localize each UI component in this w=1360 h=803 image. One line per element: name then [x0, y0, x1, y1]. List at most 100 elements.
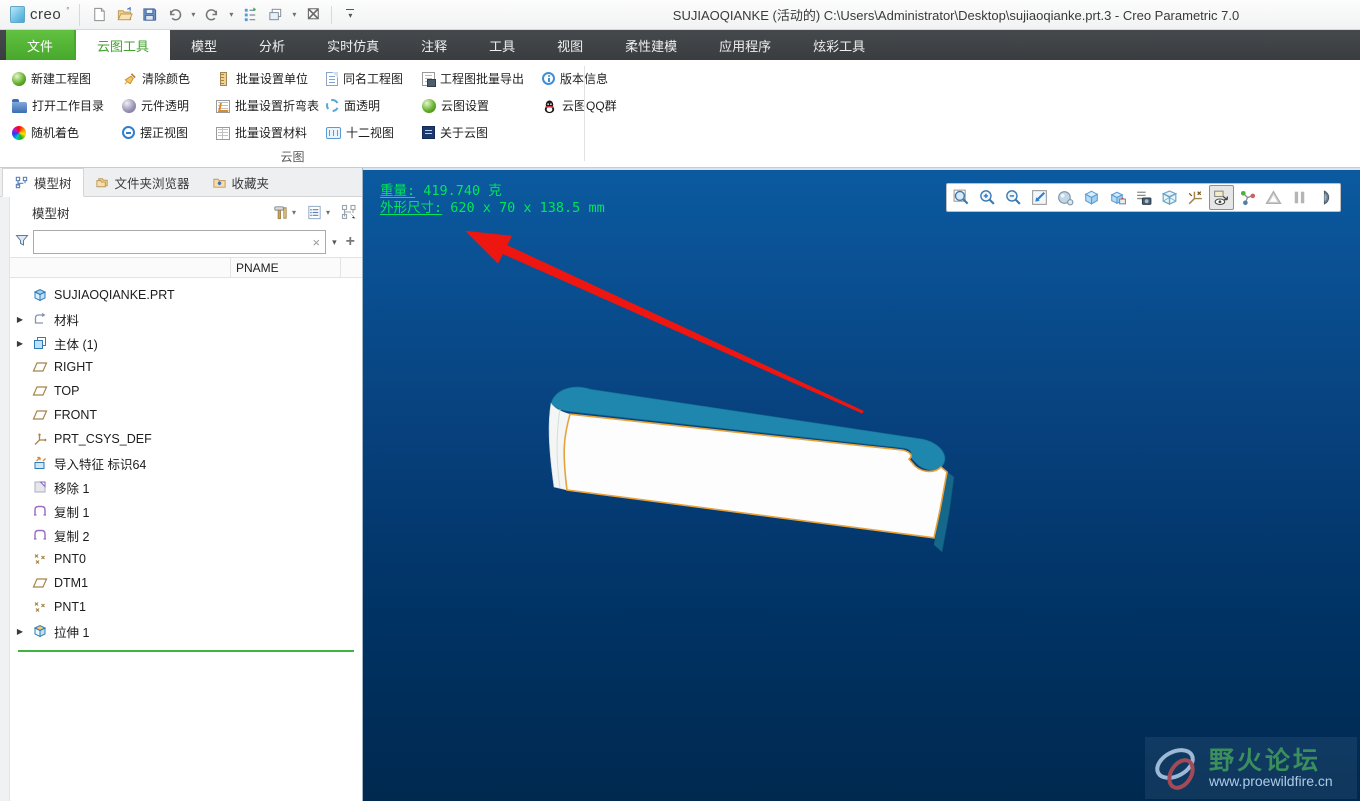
face-transparency-button[interactable]: 面透明 [322, 92, 410, 119]
filter-clear-icon[interactable]: × [311, 235, 323, 250]
regenerate-icon[interactable] [239, 4, 261, 26]
tree-tools-icon[interactable] [272, 204, 289, 221]
tree-item-body[interactable]: ▶ 主体 (1) [14, 331, 362, 355]
windows-dropdown-icon[interactable]: ▾ [289, 10, 299, 19]
batch-set-units-button[interactable]: 批量设置单位 [212, 65, 314, 92]
zoom-out-icon[interactable] [1001, 185, 1026, 210]
tree-item-dtm1[interactable]: DTM1 [14, 571, 362, 595]
zoom-region-icon[interactable] [949, 185, 974, 210]
redo-icon[interactable] [201, 4, 223, 26]
spin-center-icon[interactable] [1235, 185, 1260, 210]
tab-yuntu-tools[interactable]: 云图工具 [74, 30, 171, 60]
datum-display-icon[interactable] [1183, 185, 1208, 210]
open-file-icon[interactable] [113, 4, 135, 26]
tab-tools[interactable]: 工具 [468, 30, 536, 60]
tree-item-copy-1[interactable]: 复制 1 [14, 499, 362, 523]
version-info-button[interactable]: 版本信息 [538, 65, 618, 92]
tab-favorites[interactable]: 收藏夹 [201, 168, 281, 196]
new-drawing-button[interactable]: 新建工程图 [8, 65, 110, 92]
close-window-icon[interactable]: ⛝ [302, 4, 324, 26]
forum-watermark: 野火论坛 www.proewildfire.cn [1145, 737, 1357, 799]
tree-item-right-plane[interactable]: RIGHT [14, 355, 362, 379]
save-icon[interactable] [138, 4, 160, 26]
perspective-icon[interactable] [1157, 185, 1182, 210]
title-bar: creo ° ▾ ▾ ▾ ⛝ ▾ SUJIAOQIANKE (活动的) C:\U… [0, 0, 1360, 30]
yuntu-qq-group-button[interactable]: 云图QQ群 [538, 92, 618, 119]
redo-dropdown-icon[interactable]: ▾ [226, 10, 236, 19]
window-title: SUJIAOQIANKE (活动的) C:\Users\Administrato… [672, 8, 1240, 23]
folder-browser-icon [95, 175, 110, 190]
random-coloring-button[interactable]: 随机着色 [8, 119, 110, 146]
annotation-display-icon[interactable] [1209, 185, 1234, 210]
ribbon-group-divider [584, 66, 585, 161]
expand-arrow[interactable]: ▶ [14, 315, 26, 324]
saved-orientations-icon[interactable] [1105, 185, 1130, 210]
tree-item-extrude-1[interactable]: ▶ 拉伸 1 [14, 619, 362, 643]
model-canvas [465, 230, 955, 553]
tab-live-simulation[interactable]: 实时仿真 [306, 30, 400, 60]
view-manager-icon[interactable] [1131, 185, 1156, 210]
body-icon [32, 335, 48, 351]
tab-flexible-modeling[interactable]: 柔性建模 [604, 30, 698, 60]
tree-item-remove-1[interactable]: 移除 1 [14, 475, 362, 499]
batch-export-drawings-button[interactable]: 工程图批量导出 [418, 65, 530, 92]
tree-item-root[interactable]: SUJIAOQIANKE.PRT [14, 283, 362, 307]
clipping-icon[interactable] [1313, 185, 1338, 210]
filter-add-icon[interactable]: + [343, 233, 358, 251]
tab-applications[interactable]: 应用程序 [698, 30, 792, 60]
clear-colors-button[interactable]: 清除颜色 [118, 65, 204, 92]
part-model [548, 386, 955, 553]
about-yuntu-button[interactable]: 关于云图 [418, 119, 530, 146]
datum-plane-icon [32, 575, 48, 591]
yuntu-settings-button[interactable]: 云图设置 [418, 92, 530, 119]
tree-item-pnt1[interactable]: PNT1 [14, 595, 362, 619]
zoom-in-icon[interactable] [975, 185, 1000, 210]
tab-xuancai-tools[interactable]: 炫彩工具 [792, 30, 886, 60]
tree-tools-dropdown-icon[interactable]: ▾ [289, 208, 299, 217]
batch-set-material-button[interactable]: 批量设置材料 [212, 119, 314, 146]
tree-hide-columns-icon[interactable] [340, 203, 358, 221]
undo-icon[interactable] [163, 4, 185, 26]
tab-view[interactable]: 视图 [536, 30, 604, 60]
tree-filter-input[interactable] [37, 235, 311, 249]
display-style-icon[interactable] [1079, 185, 1104, 210]
undo-dropdown-icon[interactable]: ▾ [188, 10, 198, 19]
windows-icon[interactable] [264, 4, 286, 26]
orient-view-button[interactable]: 摆正视图 [118, 119, 204, 146]
tree-settings-icon[interactable] [306, 204, 323, 221]
tab-annotate[interactable]: 注释 [400, 30, 468, 60]
graphics-viewport[interactable]: 重量: 419.740 克 外形尺寸: 620 x 70 x 138.5 mm [363, 168, 1360, 801]
filter-dropdown-icon[interactable]: ▾ [329, 237, 340, 248]
component-transparency-button[interactable]: 元件透明 [118, 92, 204, 119]
open-working-directory-button[interactable]: 打开工作目录 [8, 92, 110, 119]
tab-model[interactable]: 模型 [170, 30, 238, 60]
tree-item-copy-2[interactable]: 复制 2 [14, 523, 362, 547]
tree-item-material[interactable]: ▶ 材料 [14, 307, 362, 331]
shading-style-icon[interactable] [1053, 185, 1078, 210]
tree-item-pnt0[interactable]: PNT0 [14, 547, 362, 571]
tab-file[interactable]: 文件 [6, 30, 75, 60]
expand-arrow[interactable]: ▶ [14, 627, 26, 636]
insert-here-indicator[interactable] [18, 650, 354, 652]
new-file-icon[interactable] [88, 4, 110, 26]
tree-settings-dropdown-icon[interactable]: ▾ [323, 208, 333, 217]
tree-column-header[interactable]: PNAME [10, 257, 362, 278]
expand-arrow[interactable]: ▶ [14, 339, 26, 348]
tree-item-import-feature[interactable]: 导入特征 标识64 [14, 451, 362, 475]
datum-plane-icon [32, 359, 48, 375]
same-name-drawing-button[interactable]: 同名工程图 [322, 65, 410, 92]
tree-item-csys[interactable]: PRT_CSYS_DEF [14, 427, 362, 451]
simulate-icon[interactable] [1261, 185, 1286, 210]
refit-icon[interactable] [1027, 185, 1052, 210]
tab-folder-browser[interactable]: 文件夹浏览器 [84, 168, 201, 196]
tab-analysis[interactable]: 分析 [238, 30, 306, 60]
twelve-views-button[interactable]: 十二视图 [322, 119, 410, 146]
tree-item-front-plane[interactable]: FRONT [14, 403, 362, 427]
batch-set-bend-table-button[interactable]: 批量设置折弯表 [212, 92, 319, 119]
tree-item-top-plane[interactable]: TOP [14, 379, 362, 403]
pause-icon[interactable] [1287, 185, 1312, 210]
material-table-icon [216, 126, 230, 140]
tab-model-tree[interactable]: 模型树 [2, 168, 84, 197]
info-circle-icon [542, 72, 555, 85]
customize-qat-icon[interactable]: ▾ [339, 4, 361, 26]
